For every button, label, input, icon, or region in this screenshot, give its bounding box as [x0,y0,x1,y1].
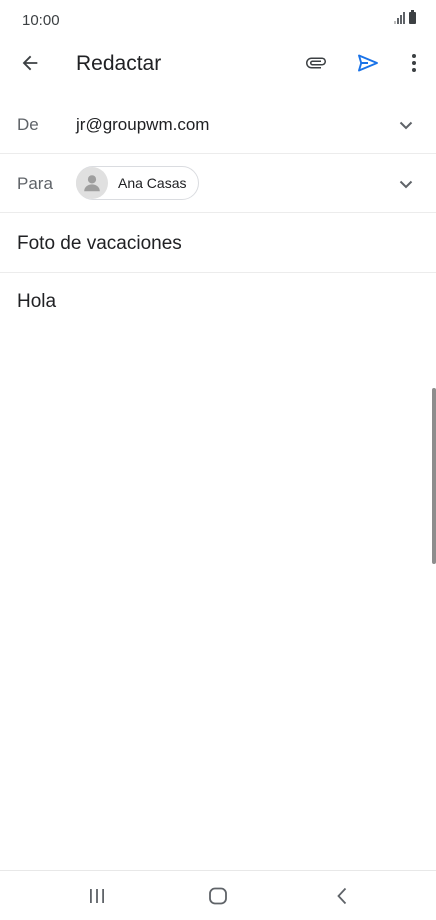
nav-back-button[interactable] [320,879,364,913]
person-icon [84,175,100,192]
navigation-bar [0,870,436,920]
subject-row[interactable]: Foto de vacaciones [0,213,436,273]
recents-icon [90,889,104,903]
from-expand-button[interactable] [394,113,418,137]
avatar [76,167,108,199]
to-row[interactable]: Para Ana Casas [0,154,436,213]
more-options-button[interactable] [396,45,432,81]
status-time: 10:00 [22,12,60,29]
app-bar: Redactar [0,40,436,90]
attach-button[interactable] [298,45,334,81]
more-vert-icon [412,54,416,72]
send-button[interactable] [350,45,386,81]
back-arrow-icon [22,55,38,71]
chevron-down-icon [399,180,413,188]
from-label: De [17,115,39,134]
recipient-chip[interactable]: Ana Casas [76,166,200,200]
home-icon [209,887,227,905]
back-icon [337,887,347,905]
status-bar: 10:00 [0,0,436,40]
signal-icon [394,12,405,24]
from-value[interactable]: jr@groupwm.com [76,115,209,135]
to-expand-button[interactable] [394,172,418,196]
send-icon [358,54,378,72]
body-field[interactable]: Hola [17,291,56,313]
recents-button[interactable] [75,879,119,913]
body-area[interactable]: Hola [0,273,436,333]
paperclip-icon [306,57,326,69]
subject-field[interactable]: Foto de vacaciones [17,233,182,255]
battery-icon [409,10,416,24]
chevron-down-icon [399,121,413,129]
page-title: Redactar [76,52,162,75]
from-row[interactable]: De jr@groupwm.com [0,95,436,154]
scrollbar[interactable] [432,388,436,564]
compose-screen: 10:00 Redactar De jr@groupwm.com Para An… [0,0,436,920]
recipient-name: Ana Casas [118,175,187,191]
back-button[interactable] [12,45,48,81]
to-label: Para [17,174,53,193]
home-button[interactable] [196,879,240,913]
status-icons [394,10,416,24]
